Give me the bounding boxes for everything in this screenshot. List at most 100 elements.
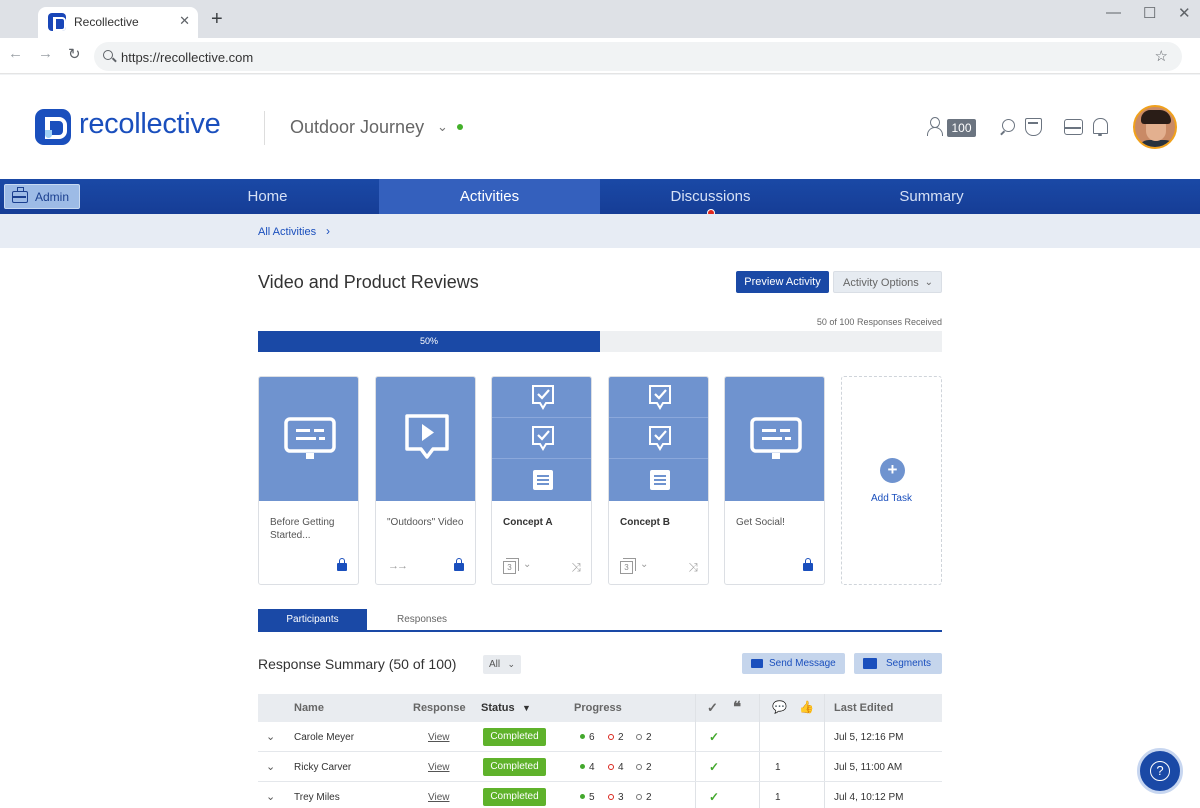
table-row[interactable]: ⌄ Trey Miles View Completed 5 3 2 ✓ 1 Ju… — [258, 782, 942, 808]
chevron-down-icon[interactable]: ⌄ — [640, 559, 648, 570]
sort-desc-icon[interactable]: ▼ — [522, 703, 531, 713]
recollective-favicon-icon — [48, 13, 66, 31]
search-icon — [103, 50, 113, 60]
maximize-icon[interactable]: ☐ — [1143, 4, 1156, 22]
expand-chevron-icon[interactable]: ⌄ — [266, 730, 275, 743]
col-last-edited[interactable]: Last Edited — [834, 702, 893, 714]
lock-icon — [454, 558, 464, 571]
user-avatar[interactable] — [1133, 105, 1177, 149]
red-circle-icon — [608, 764, 614, 770]
minimize-icon[interactable]: — — [1106, 4, 1121, 21]
green-dot-icon — [580, 794, 585, 799]
tab-participants[interactable]: Participants — [258, 609, 367, 630]
tab-responses[interactable]: Responses — [367, 609, 477, 630]
column-divider — [824, 782, 825, 808]
progress-complete: 4 — [580, 762, 595, 773]
header-divider — [264, 111, 265, 145]
comment-count: 1 — [775, 762, 781, 773]
task-label: Concept A — [503, 517, 553, 528]
col-status[interactable]: Status — [481, 702, 515, 714]
document-segment — [492, 459, 591, 500]
stack-count-icon: 3 — [503, 558, 519, 574]
task-card[interactable]: Before Getting Started... — [258, 376, 359, 585]
shuffle-icon: ⤨ — [571, 560, 581, 574]
expand-chevron-icon[interactable]: ⌄ — [266, 760, 275, 773]
nav-home[interactable]: Home — [157, 179, 378, 214]
segments-button[interactable]: Segments — [854, 653, 942, 674]
task-card[interactable]: Concept B 3 ⌄ ⤨ — [608, 376, 709, 585]
column-divider — [824, 694, 825, 722]
send-message-button[interactable]: Send Message — [742, 653, 845, 674]
project-selector[interactable]: Outdoor Journey — [290, 117, 424, 138]
chevron-down-icon[interactable]: ⌄ — [437, 119, 448, 135]
task-card[interactable]: Concept A 3 ⌄ ⤨ — [491, 376, 592, 585]
brand-logo-text[interactable]: recollective — [79, 108, 221, 141]
bookmark-star-icon[interactable]: ☆ — [1155, 47, 1168, 65]
browser-tabstrip: Recollective ✕ + — ☐ ✕ — [0, 0, 1200, 38]
url-text: https://recollective.com — [121, 50, 254, 65]
view-response-link[interactable]: View — [428, 762, 450, 773]
task-label: "Outdoors" Video — [387, 517, 464, 528]
chevron-down-icon: ⌄ — [507, 659, 515, 669]
address-bar[interactable]: https://recollective.com ☆ — [94, 42, 1182, 71]
reload-icon[interactable]: ↻ — [68, 45, 81, 63]
admin-button[interactable]: Admin — [4, 184, 80, 209]
view-response-link[interactable]: View — [428, 792, 450, 803]
participant-count-badge[interactable]: 100 — [947, 119, 976, 137]
column-divider — [759, 722, 760, 751]
add-task-card[interactable]: + Add Task — [841, 376, 942, 585]
recollective-logo-icon[interactable] — [35, 109, 71, 145]
chevron-down-icon[interactable]: ⌄ — [523, 559, 531, 570]
column-divider — [824, 722, 825, 751]
response-table: Name Response Status ▼ Progress ✓ ❝ 💬 👍 … — [258, 694, 942, 808]
col-name[interactable]: Name — [294, 702, 324, 714]
back-icon[interactable]: ← — [8, 45, 23, 62]
activity-progress-bar: 50% — [258, 331, 942, 352]
nav-summary[interactable]: Summary — [821, 179, 1042, 214]
status-badge: Completed — [483, 758, 546, 776]
column-divider — [695, 722, 696, 751]
preview-activity-button[interactable]: Preview Activity — [736, 271, 829, 293]
breadcrumb-all-activities[interactable]: All Activities — [258, 226, 316, 238]
bell-icon[interactable] — [1092, 117, 1108, 136]
filter-select[interactable]: All ⌄ — [483, 655, 521, 674]
col-progress[interactable]: Progress — [574, 702, 622, 714]
expand-chevron-icon[interactable]: ⌄ — [266, 790, 275, 803]
check-icon: ✓ — [709, 760, 720, 774]
participants-icon[interactable] — [927, 117, 943, 137]
shield-icon[interactable] — [1025, 118, 1042, 136]
comment-count: 1 — [775, 792, 781, 803]
nav-activities[interactable]: Activities — [379, 179, 600, 214]
envelope-icon — [751, 659, 763, 668]
browser-tab[interactable]: Recollective ✕ — [38, 7, 198, 38]
participant-name: Trey Miles — [294, 792, 340, 803]
activity-options-button[interactable]: Activity Options ⌄ — [833, 271, 942, 293]
last-edited: Jul 5, 12:16 PM — [834, 732, 904, 743]
task-card-header — [259, 377, 358, 501]
progress-incomplete: 4 — [608, 762, 624, 773]
col-response[interactable]: Response — [413, 702, 466, 714]
forward-icon[interactable]: → — [38, 45, 53, 62]
task-label: Before Getting Started... — [270, 517, 335, 541]
column-divider — [759, 752, 760, 781]
search-icon[interactable] — [1000, 119, 1016, 135]
task-card[interactable]: Get Social! — [724, 376, 825, 585]
checkbox-segment — [492, 418, 591, 459]
help-icon: ? — [1150, 761, 1170, 781]
tab-close-icon[interactable]: ✕ — [179, 13, 190, 29]
window-close-icon[interactable]: ✕ — [1178, 4, 1191, 22]
table-row[interactable]: ⌄ Carole Meyer View Completed 6 2 2 ✓ Ju… — [258, 722, 942, 752]
new-tab-icon[interactable]: + — [211, 8, 223, 31]
page-title: Video and Product Reviews — [258, 272, 479, 292]
inbox-icon[interactable] — [1064, 119, 1083, 135]
comment-column-icon[interactable]: 💬 — [772, 700, 787, 714]
view-response-link[interactable]: View — [428, 732, 450, 743]
help-button[interactable]: ? — [1137, 748, 1183, 794]
checkmark-column-icon[interactable]: ✓ — [707, 700, 718, 716]
task-card[interactable]: "Outdoors" Video →→ — [375, 376, 476, 585]
video-play-icon — [405, 414, 449, 459]
like-column-icon[interactable]: 👍 — [799, 700, 814, 714]
lock-icon — [803, 558, 813, 571]
quote-column-icon[interactable]: ❝ — [733, 698, 741, 716]
table-row[interactable]: ⌄ Ricky Carver View Completed 4 4 2 ✓ 1 … — [258, 752, 942, 782]
